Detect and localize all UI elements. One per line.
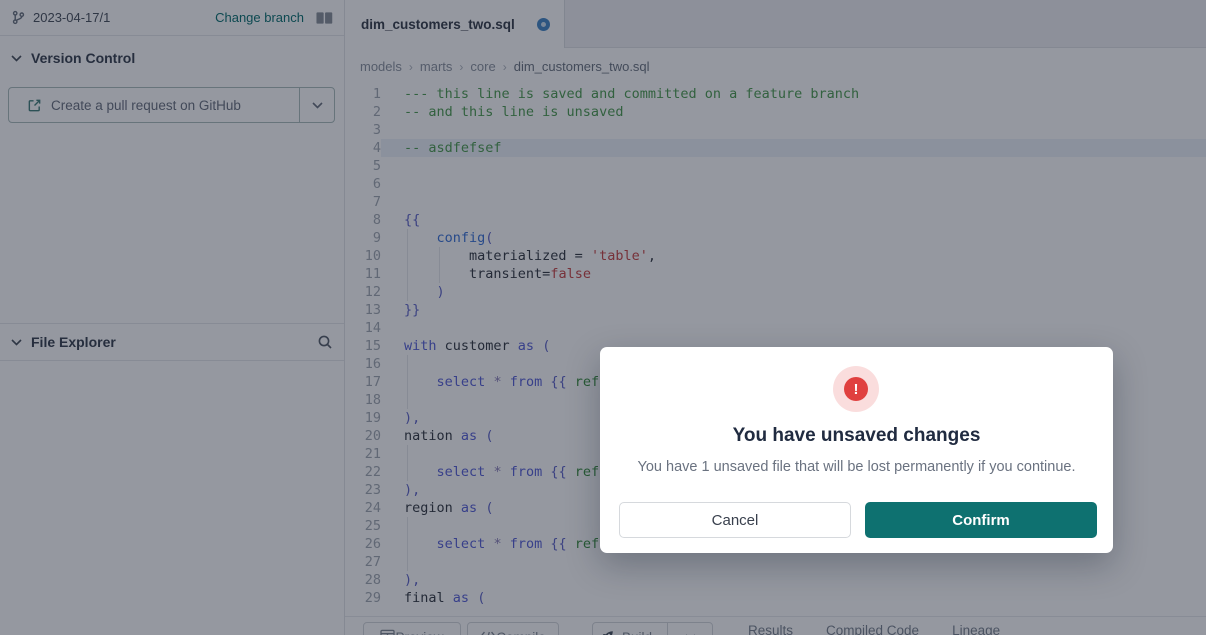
- unsaved-changes-modal: ! You have unsaved changes You have 1 un…: [600, 347, 1113, 553]
- dbt-cloud-ide: 2023-04-17/1 Change branch Version Contr…: [0, 0, 1206, 635]
- confirm-button[interactable]: Confirm: [865, 502, 1097, 538]
- error-icon: !: [844, 377, 868, 401]
- modal-body: You have 1 unsaved file that will be los…: [600, 459, 1113, 475]
- error-icon-halo: !: [833, 366, 879, 412]
- cancel-button[interactable]: Cancel: [619, 502, 851, 538]
- modal-title: You have unsaved changes: [600, 425, 1113, 447]
